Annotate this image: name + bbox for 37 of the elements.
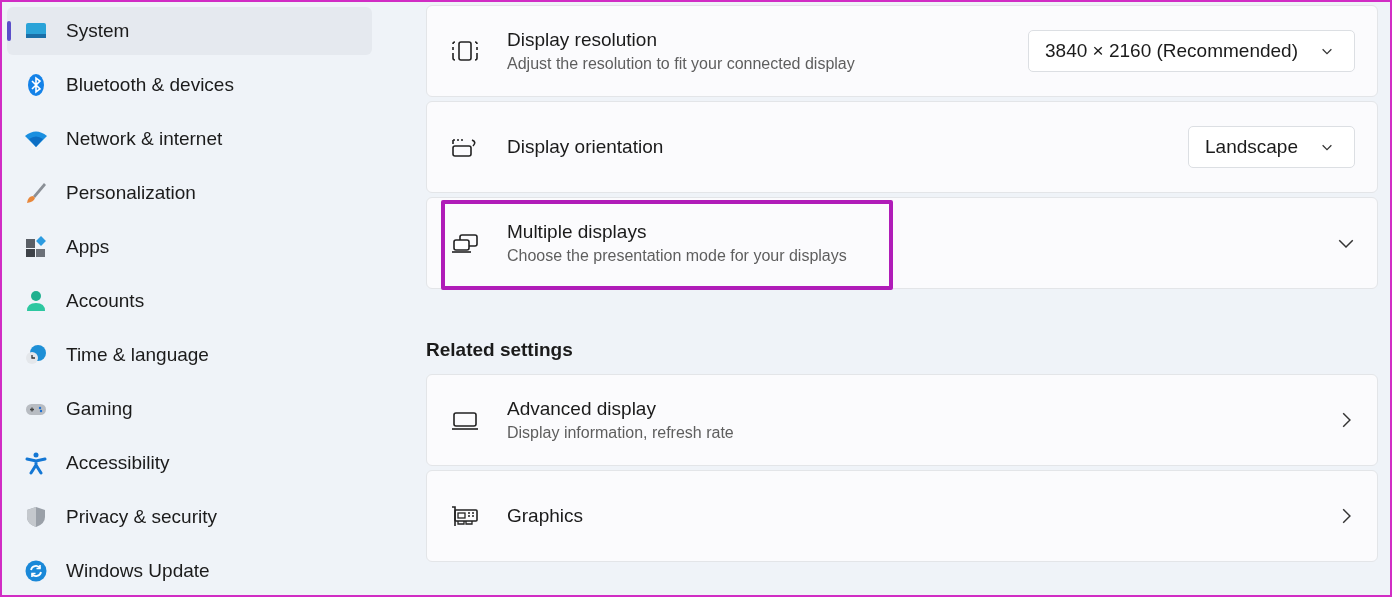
apps-icon (24, 234, 48, 259)
sidebar-item[interactable]: Network & internet (7, 115, 372, 163)
setting-title: Display orientation (507, 136, 665, 158)
sidebar-item[interactable]: Privacy & security (7, 493, 372, 541)
dropdown[interactable]: 3840 × 2160 (Recommended) (1028, 30, 1355, 72)
sidebar-item[interactable]: Apps (7, 223, 372, 271)
shield-icon (24, 505, 48, 530)
settings-card[interactable]: Advanced display Display information, refresh rate (426, 374, 1378, 466)
setting-description: Choose the presentation mode for your displays (507, 247, 848, 265)
section-heading: Related settings (426, 339, 574, 361)
setting-title: Advanced display (507, 398, 657, 420)
brush-icon (24, 180, 48, 205)
resolution-icon (451, 39, 479, 63)
setting-title: Display resolution (507, 29, 658, 51)
sidebar-item[interactable]: Accounts (7, 277, 372, 325)
accessibility-icon (24, 451, 48, 476)
setting-title: Graphics (507, 505, 585, 527)
person-icon (24, 289, 48, 313)
multiple-displays-icon (451, 231, 479, 255)
setting-description: Display information, refresh rate (507, 424, 735, 442)
graphics-card-icon (451, 504, 479, 528)
dropdown[interactable]: Landscape (1188, 126, 1355, 168)
settings-card[interactable]: Graphics (426, 470, 1378, 562)
selection-indicator (7, 21, 11, 41)
sidebar-item[interactable]: System (7, 7, 372, 55)
sidebar-item[interactable]: Bluetooth & devices (7, 61, 372, 109)
sidebar-item[interactable]: Windows Update (7, 547, 372, 595)
sidebar-item[interactable]: Personalization (7, 169, 372, 217)
sidebar-item[interactable]: Gaming (7, 385, 372, 433)
update-icon (24, 559, 48, 584)
sidebar-item[interactable]: Time & language (7, 331, 372, 379)
setting-description: Adjust the resolution to fit your connected display (507, 55, 856, 73)
settings-card[interactable]: Multiple displays Choose the presentation mode for your displays (426, 197, 1378, 289)
sidebar-item[interactable]: Accessibility (7, 439, 372, 487)
settings-card[interactable]: Display resolution Adjust the resolution to fit your connected display 3840 × 2160 (Recommended) (426, 5, 1378, 97)
settings-card[interactable]: Display orientation Landscape (426, 101, 1378, 193)
setting-title: Multiple displays (507, 221, 648, 243)
